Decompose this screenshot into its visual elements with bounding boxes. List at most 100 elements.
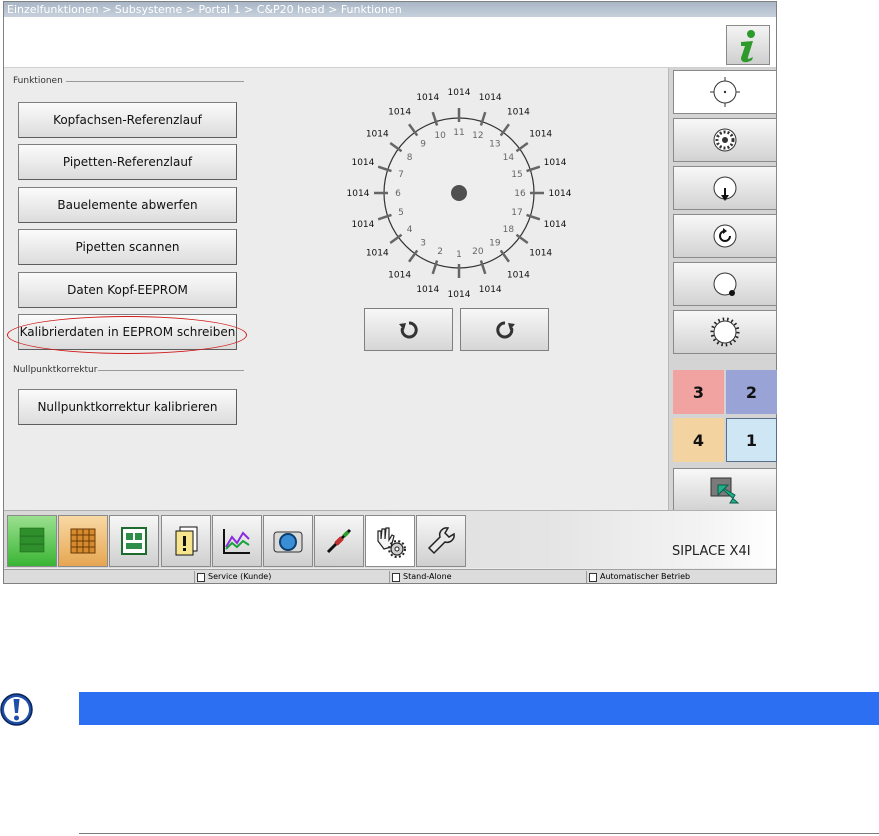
right-toolbar: 3 2 4 1 bbox=[668, 68, 777, 512]
content-area: Funktionen Kopfachsen-Referenzlauf Pipet… bbox=[4, 68, 668, 510]
dial-value-label: 1014 bbox=[479, 285, 502, 295]
pipette-dial: 11014210143101441014510146101471014 81014… bbox=[347, 88, 572, 300]
dial-segment-number: 3 bbox=[420, 238, 426, 248]
info-button[interactable] bbox=[726, 25, 770, 65]
operation-icon bbox=[589, 572, 597, 582]
portal-3-button[interactable]: 3 bbox=[673, 370, 724, 414]
page: Einzelfunktionen > Subsysteme > Portal 1… bbox=[0, 0, 879, 836]
hand-gear-icon bbox=[377, 527, 406, 558]
dial-value-label: 1014 bbox=[544, 220, 567, 230]
tool-dial-marker-button[interactable] bbox=[673, 262, 777, 306]
dial-segment-number: 2 bbox=[437, 247, 443, 257]
discard-components-button[interactable]: Bauelemente abwerfen bbox=[18, 187, 237, 223]
probe-icon bbox=[326, 528, 352, 554]
rotate-cw-button[interactable] bbox=[460, 308, 549, 351]
head-eeprom-data-button[interactable]: Daten Kopf-EEPROM bbox=[18, 272, 237, 308]
dial-value-label: 1014 bbox=[448, 88, 471, 98]
status-operation-text: Automatischer Betrieb bbox=[600, 572, 691, 581]
star-wheel-icon bbox=[713, 128, 737, 152]
dial-value-label: 1014 bbox=[351, 220, 374, 230]
dial-value-label: 1014 bbox=[366, 130, 389, 140]
header bbox=[4, 17, 776, 68]
head-axis-reference-button[interactable]: Kopfachsen-Referenzlauf bbox=[18, 102, 237, 138]
dial-segment-number: 10 bbox=[434, 131, 446, 141]
dial-segment-number: 14 bbox=[503, 153, 515, 163]
dial-value-label: 1014 bbox=[507, 271, 530, 281]
camera-icon bbox=[273, 531, 303, 553]
dial-segment-number: 18 bbox=[503, 225, 515, 235]
nav-pcb-button[interactable] bbox=[109, 515, 159, 567]
group-divider bbox=[66, 81, 244, 82]
dial-segment-number: 15 bbox=[511, 170, 522, 180]
nav-feeder-button[interactable] bbox=[58, 515, 108, 567]
bottom-toolbar: SIPLACE X4I bbox=[4, 510, 776, 568]
dial-value-label: 1014 bbox=[416, 285, 439, 295]
nav-diagnostics-button[interactable] bbox=[314, 515, 364, 567]
dial-value-label: 1014 bbox=[479, 93, 502, 103]
app-window: Einzelfunktionen > Subsysteme > Portal 1… bbox=[3, 1, 777, 584]
group-label-functions: Funktionen bbox=[13, 76, 63, 86]
nav-service-button[interactable] bbox=[416, 515, 466, 567]
calibrate-zero-correction-button[interactable]: Nullpunktkorrektur kalibrieren bbox=[18, 389, 237, 425]
dial-segment-number: 13 bbox=[489, 140, 500, 150]
arrow-back-icon bbox=[710, 477, 740, 504]
portal-4-button[interactable]: 4 bbox=[673, 418, 724, 462]
tool-dial-all-button[interactable] bbox=[673, 310, 777, 354]
chart-icon bbox=[223, 529, 250, 554]
dial-icon bbox=[710, 77, 740, 107]
dial-segment-number: 6 bbox=[395, 189, 401, 199]
tool-dial-view-button[interactable] bbox=[673, 70, 777, 114]
dial-value-label: 1014 bbox=[529, 130, 552, 140]
dial-value-label: 1014 bbox=[529, 248, 552, 258]
dial-value-label: 1014 bbox=[448, 290, 471, 300]
user-icon bbox=[197, 572, 205, 582]
dial-down-icon bbox=[713, 176, 737, 201]
group-divider bbox=[98, 370, 244, 371]
machine-name: SIPLACE X4I bbox=[672, 544, 751, 559]
rotate-cw-icon bbox=[495, 320, 515, 338]
portal-1-button-selected[interactable]: 1 bbox=[726, 418, 777, 462]
status-line-mode-text: Stand-Alone bbox=[403, 572, 452, 581]
tool-dial-rotate-button[interactable] bbox=[673, 214, 777, 258]
nav-single-functions-button-active[interactable] bbox=[365, 515, 415, 567]
portal-2-button[interactable]: 2 bbox=[726, 370, 777, 414]
dial-segment-number: 9 bbox=[420, 140, 426, 150]
notice-bottom-rule bbox=[79, 833, 879, 834]
nav-statistics-button[interactable] bbox=[212, 515, 262, 567]
board-icon bbox=[121, 527, 147, 555]
back-button[interactable] bbox=[673, 468, 777, 512]
tool-dial-down-button[interactable] bbox=[673, 166, 777, 210]
dial-value-label: 1014 bbox=[347, 189, 370, 199]
scan-pipettes-button[interactable]: Pipetten scannen bbox=[18, 229, 237, 265]
status-user: Service (Kunde) bbox=[194, 571, 389, 583]
dial-value-label: 1014 bbox=[388, 271, 411, 281]
dial-value-label: 1014 bbox=[351, 158, 374, 168]
dial-ticks-icon bbox=[710, 317, 740, 347]
dial-value-label: 1014 bbox=[388, 107, 411, 117]
status-bar: Service (Kunde) Stand-Alone Automatische… bbox=[4, 569, 776, 583]
dial-segment-number: 20 bbox=[472, 247, 484, 257]
dial-segment-number: 1 bbox=[456, 250, 462, 260]
nav-messages-button[interactable] bbox=[161, 515, 211, 567]
dial-segment-number: 11 bbox=[453, 128, 464, 138]
status-line-mode: Stand-Alone bbox=[389, 571, 586, 583]
exclamation-icon bbox=[0, 693, 33, 726]
dial-segment-number: 17 bbox=[511, 208, 522, 218]
write-calibration-eeprom-button[interactable]: Kalibrierdaten in EEPROM schreiben bbox=[18, 314, 237, 350]
nav-line-button[interactable] bbox=[7, 515, 57, 567]
tool-full-head-button[interactable] bbox=[673, 118, 777, 162]
dial-value-label: 1014 bbox=[507, 107, 530, 117]
rotate-ccw-button[interactable] bbox=[364, 308, 453, 351]
status-operation: Automatischer Betrieb bbox=[586, 571, 776, 583]
wrench-icon bbox=[427, 527, 455, 555]
nav-vision-button[interactable] bbox=[263, 515, 313, 567]
dial-value-label: 1014 bbox=[544, 158, 567, 168]
notice-header-bar bbox=[79, 692, 879, 725]
dial-value-label: 1014 bbox=[366, 248, 389, 258]
dial-segment-number: 19 bbox=[489, 238, 501, 248]
info-icon bbox=[741, 30, 755, 63]
dial-segment-number: 8 bbox=[407, 153, 413, 163]
dial-segment-number: 5 bbox=[398, 208, 404, 218]
pipette-reference-button[interactable]: Pipetten-Referenzlauf bbox=[18, 144, 237, 180]
alert-pages-icon bbox=[175, 526, 198, 556]
